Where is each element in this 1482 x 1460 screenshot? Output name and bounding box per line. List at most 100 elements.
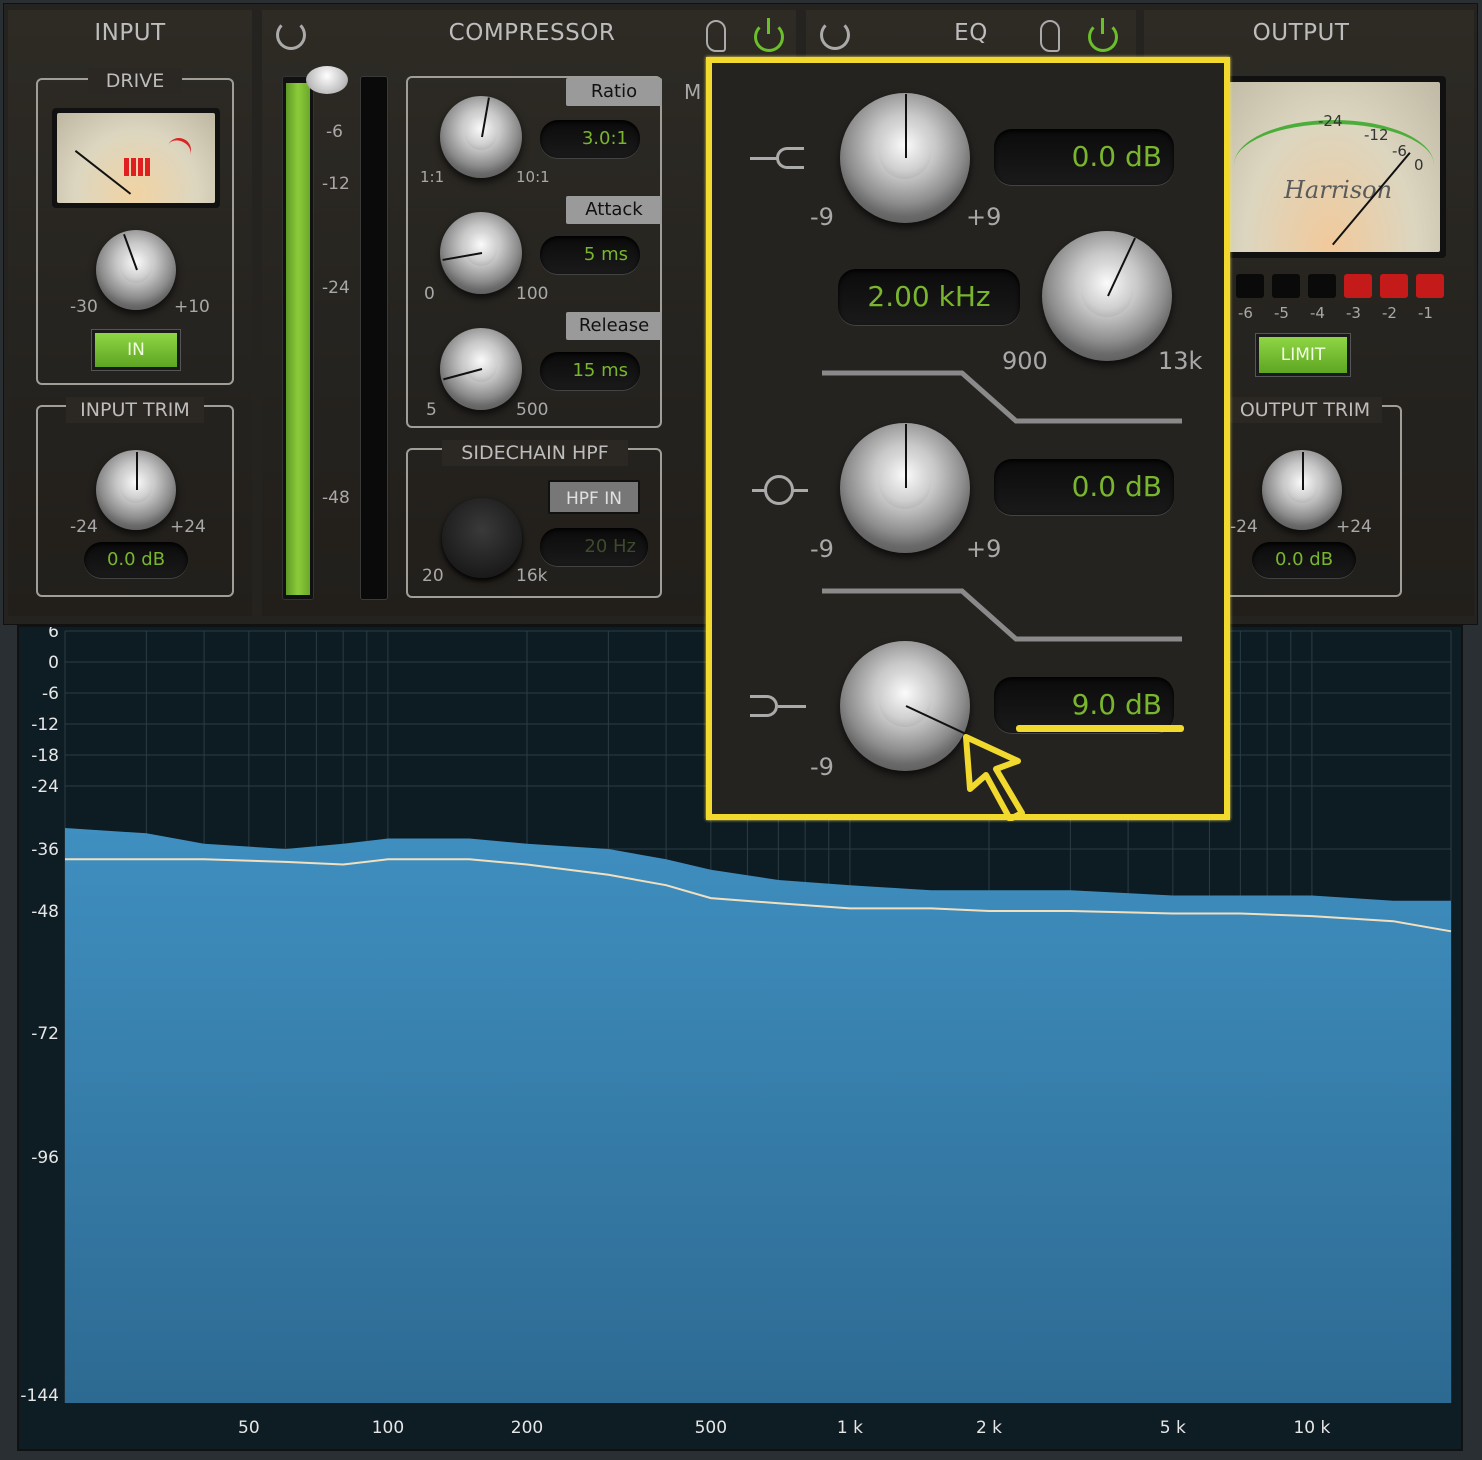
led-label: -5 xyxy=(1274,304,1289,322)
annotation-underline xyxy=(1016,725,1184,732)
ratio-max-label: 10:1 xyxy=(516,168,550,186)
attack-label: Attack xyxy=(566,196,662,224)
drive-in-button[interactable]: IN xyxy=(92,330,180,370)
x-tick-label: 2 k xyxy=(976,1418,1002,1438)
input-panel: INPUT DRIVE -30 +10 IN INPUT TRIM -24 +2… xyxy=(8,10,252,616)
gain-reduction-meter xyxy=(360,76,388,600)
y-tick-label: -144 xyxy=(20,1386,59,1406)
ratio-min-label: 1:1 xyxy=(420,168,445,186)
threshold-fader-handle[interactable] xyxy=(306,66,348,94)
meter-tick-label: -48 xyxy=(322,488,350,508)
release-label: Release xyxy=(566,312,662,340)
input-trim-title: INPUT TRIM xyxy=(66,397,204,423)
high-gain-min-label: -9 xyxy=(810,203,834,231)
high-gain-max-label: +9 xyxy=(966,203,1002,231)
high-gain-display: 0.0 dB xyxy=(994,129,1174,185)
meter-tick-label: -6 xyxy=(326,122,343,142)
mid-freq-knob[interactable] xyxy=(1042,231,1172,361)
input-trim-knob[interactable] xyxy=(96,450,176,530)
meter-tick-label: -24 xyxy=(322,278,350,298)
x-tick-label: 50 xyxy=(238,1418,260,1438)
output-trim-display: 0.0 dB xyxy=(1252,542,1356,578)
hpf-max-label: 16k xyxy=(516,566,548,586)
y-tick-label: 0 xyxy=(48,653,59,673)
band-divider-curve xyxy=(822,370,1182,424)
input-title: INPUT xyxy=(94,20,166,46)
vu-scale-label: 0 xyxy=(1414,156,1424,174)
x-tick-label: 500 xyxy=(695,1418,727,1438)
led-label: -2 xyxy=(1382,304,1397,322)
y-tick-label: -48 xyxy=(31,902,59,922)
input-trim-display: 0.0 dB xyxy=(84,542,188,578)
led xyxy=(1416,274,1444,298)
mid-gain-display: 0.0 dB xyxy=(994,459,1174,515)
attack-max-label: 100 xyxy=(516,284,549,304)
mid-gain-min-label: -9 xyxy=(810,535,834,563)
input-trim-max-label: +24 xyxy=(170,517,206,537)
drive-title: DRIVE xyxy=(88,68,182,94)
x-tick-label: 5 k xyxy=(1160,1418,1186,1438)
y-tick-label: -24 xyxy=(31,777,59,797)
release-display: 15 ms xyxy=(540,352,640,390)
output-trim-min-label: -24 xyxy=(1230,517,1258,537)
release-min-label: 5 xyxy=(426,400,437,420)
hpf-min-label: 20 xyxy=(422,566,444,586)
sidechain-title: SIDECHAIN HPF xyxy=(442,440,628,466)
output-trim-max-label: +24 xyxy=(1336,517,1372,537)
output-led-row xyxy=(1236,274,1446,300)
y-tick-label: -36 xyxy=(31,840,59,860)
drive-min-label: -30 xyxy=(70,297,98,317)
led xyxy=(1236,274,1264,298)
low-gain-knob[interactable] xyxy=(840,641,970,771)
output-trim-knob[interactable] xyxy=(1262,450,1342,530)
output-trim-title: OUTPUT TRIM xyxy=(1228,397,1382,423)
vu-scale-label: -12 xyxy=(1364,126,1389,144)
sidechain-hpf-knob[interactable] xyxy=(442,498,522,578)
led-label: -6 xyxy=(1238,304,1253,322)
high-gain-knob[interactable] xyxy=(840,93,970,223)
led xyxy=(1380,274,1408,298)
eq-listen-icon[interactable] xyxy=(1040,20,1060,52)
threshold-fader-fill xyxy=(286,83,310,595)
x-tick-label: 100 xyxy=(372,1418,404,1438)
led xyxy=(1308,274,1336,298)
mid-gain-max-label: +9 xyxy=(966,535,1002,563)
release-knob[interactable] xyxy=(440,328,522,410)
limit-button[interactable]: LIMIT xyxy=(1256,334,1350,376)
makeup-label: M xyxy=(684,80,702,104)
hpf-display: 20 Hz xyxy=(540,528,648,566)
y-tick-label: -72 xyxy=(31,1024,59,1044)
eq-zoom-highlight: 0.0 dB -9 +9 2.00 kHz 900 13k 0.0 dB -9 … xyxy=(706,57,1230,821)
output-title: OUTPUT xyxy=(1252,20,1350,46)
x-tick-label: 1 k xyxy=(837,1418,863,1438)
y-tick-label: -96 xyxy=(31,1148,59,1168)
drive-knob[interactable] xyxy=(96,230,176,310)
eq-reset-icon[interactable] xyxy=(820,20,850,50)
compressor-title: COMPRESSOR xyxy=(448,20,616,46)
x-tick-label: 10 k xyxy=(1293,1418,1330,1438)
led xyxy=(1272,274,1300,298)
y-tick-label: -12 xyxy=(31,715,59,735)
attack-min-label: 0 xyxy=(424,284,435,304)
ratio-label: Ratio xyxy=(566,78,662,106)
band-divider-curve xyxy=(822,588,1182,642)
y-tick-label: -6 xyxy=(42,684,59,704)
mid-freq-display: 2.00 kHz xyxy=(838,269,1020,325)
led-label: -1 xyxy=(1418,304,1433,322)
drive-vu-meter xyxy=(52,108,220,208)
led xyxy=(1344,274,1372,298)
attack-knob[interactable] xyxy=(440,212,522,294)
led-label: -3 xyxy=(1346,304,1361,322)
mid-gain-knob[interactable] xyxy=(840,423,970,553)
ratio-knob[interactable] xyxy=(440,96,522,178)
compressor-listen-icon[interactable] xyxy=(706,20,726,52)
meter-tick-label: -12 xyxy=(322,174,350,194)
threshold-fader-track[interactable] xyxy=(282,76,314,600)
y-tick-label: 6 xyxy=(48,627,59,642)
y-tick-label: -18 xyxy=(31,746,59,766)
output-vu-meter: -24 -12 -6 0 Harrison xyxy=(1214,76,1446,258)
hpf-in-button[interactable]: HPF IN xyxy=(548,480,640,514)
compressor-reset-icon[interactable] xyxy=(276,20,306,50)
ratio-display: 3.0:1 xyxy=(540,120,640,158)
annotation-arrow-icon xyxy=(963,734,1025,821)
